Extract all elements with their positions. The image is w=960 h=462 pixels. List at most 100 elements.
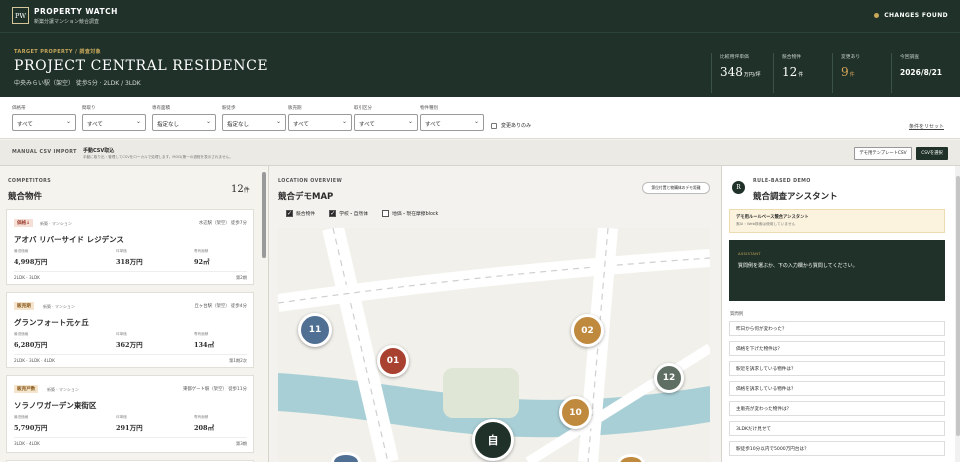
competitor-card[interactable]: 価格↓ 新築 · マンション 水辺駅（架空） 徒歩7分 アオバ リバーサイド レ…: [6, 209, 254, 285]
transaction-select[interactable]: すべて ⌄: [354, 114, 418, 131]
area-select[interactable]: 指定なし ⌄: [152, 114, 216, 131]
stat-competitors: 競合物件 12件: [773, 53, 803, 93]
station-info: 東都ゲート駅（架空） 徒歩11分: [182, 387, 247, 392]
filter-label: 価格帯: [12, 106, 26, 111]
card-divider: [14, 437, 247, 438]
metric-unit-price: 坪単価 318万円: [116, 249, 143, 266]
card-divider: [14, 271, 247, 272]
map-pin-10[interactable]: 10: [559, 396, 592, 429]
check-icon[interactable]: ✓: [286, 210, 293, 217]
notice-title: デモ用ルールベース競合アシスタント: [736, 215, 809, 220]
chevron-down-icon: ⌄: [341, 118, 347, 125]
metric-area: 専有面積 134㎡: [194, 332, 215, 349]
example-question[interactable]: 価格を訴求している物件は？: [729, 381, 945, 396]
example-question[interactable]: 3LDKだけ見せて: [729, 421, 945, 436]
select-value: すべて: [87, 122, 103, 128]
sales-phase: 第3期: [235, 441, 247, 446]
stat-label: 今回調査: [900, 55, 920, 60]
reset-filters-link[interactable]: 条件をリセット: [909, 123, 944, 130]
brand-name: PROPERTY WATCH: [34, 7, 118, 16]
top-bar: PW PROPERTY WATCH 新築分譲マンション競合調査 CHANGES …: [0, 0, 960, 32]
price-range-select[interactable]: すべて ⌄: [12, 114, 76, 131]
map-pin-11[interactable]: 11: [298, 313, 332, 347]
stat-value: 348: [720, 65, 743, 79]
message-text: 質問例を選ぶか、下の入力欄から質問してください。: [738, 263, 858, 269]
chevron-down-icon: ⌄: [473, 118, 479, 125]
stat-unit: 件: [798, 72, 804, 78]
stat-value: 2026/8/21: [900, 68, 943, 77]
checkbox-box[interactable]: [491, 122, 497, 129]
layout-types: 3LDK · 4LDK: [14, 441, 40, 446]
stat-label: 変更あり: [841, 55, 861, 60]
demo-template-csv-button[interactable]: デモ用テンプレートCSV: [854, 147, 912, 160]
example-question[interactable]: 昨日から何が変わった？: [729, 321, 945, 336]
station-walk-select[interactable]: 指定なし ⌄: [222, 114, 286, 131]
filter-price-range: 価格帯 すべて ⌄: [12, 105, 76, 131]
assistant-panel: R RULE-BASED DEMO 競合調査アシスタント デモ用ルールベース競合…: [721, 166, 960, 462]
property-kind: 新築 · マンション: [47, 387, 79, 392]
stat-unit: 万円/坪: [743, 72, 761, 78]
example-questions-label: 質問例: [730, 312, 744, 317]
competitor-card[interactable]: 販売期 新築 · マンション 丘ヶ台駅（架空） 徒歩4分 グランフォート元ヶ丘 …: [6, 292, 254, 368]
map-title: 競合デモMAP: [278, 192, 334, 202]
message-author: ASSISTANT: [738, 252, 761, 256]
property-name: グランフォート元ヶ丘: [14, 318, 89, 327]
filter-label: 物件種別: [420, 106, 438, 111]
map-pin-12[interactable]: 12: [654, 363, 684, 393]
filter-bar: 価格帯 すべて ⌄ 間取り すべて ⌄ 専有面積 指定なし ⌄ 駅徒歩 指定なし ⌄ 販…: [0, 97, 960, 139]
layout-select[interactable]: すべて ⌄: [82, 114, 146, 131]
layer-option-schools[interactable]: ✓ 学校・自然体: [329, 210, 368, 217]
changes-found-label: CHANGES FOUND: [884, 12, 948, 19]
changed-only-checkbox[interactable]: 変更ありのみ: [491, 122, 531, 129]
competitors-scrollbar[interactable]: [262, 172, 266, 258]
competitor-map[interactable]: 11 01 02 12 10 自: [278, 228, 710, 462]
map-layer-options: ✓ 競合物件 ✓ 学校・自然体 地価・現在摩擦block: [286, 210, 438, 217]
map-pin-01[interactable]: 01: [377, 345, 409, 377]
property-name: ソラノワガーデン東街区: [14, 401, 97, 410]
filter-sales-phase: 販売期 すべて ⌄: [288, 105, 352, 131]
csv-import-bar: MANUAL CSV IMPORT 手動CSV取込 手動に取り出・管理してCSV…: [0, 140, 960, 166]
chevron-down-icon: ⌄: [407, 118, 413, 125]
assistant-scrollbar[interactable]: [955, 166, 960, 462]
layer-option-land-price[interactable]: 地価・現在摩擦block: [382, 210, 438, 217]
changes-found-indicator[interactable]: CHANGES FOUND: [874, 12, 948, 19]
example-question[interactable]: 駅徒歩10分以内で5000万円台は？: [729, 441, 945, 456]
check-icon[interactable]: ✓: [329, 210, 337, 217]
property-subtitle: 中央みらい駅（架空） 徒歩5分 · 2LDK / 3LDK: [14, 80, 141, 87]
metric-min-price: 最低価格 6,280万円: [14, 332, 48, 349]
example-question[interactable]: 駅近を訴求している物件は？: [729, 361, 945, 376]
select-value: すべて: [293, 122, 309, 128]
csv-description: 手動に取り出・管理してCSVをローカルで処理します。MOD(第一の過程を表示され…: [83, 155, 233, 159]
select-csv-button[interactable]: CSVを選択: [916, 147, 948, 160]
filter-area: 専有面積 指定なし ⌄: [152, 105, 216, 131]
map-legend-button[interactable]: 第位付置と物購体のデモ距離: [642, 182, 710, 194]
example-question[interactable]: 主販売が変わった物件は？: [729, 401, 945, 416]
property-type-select[interactable]: すべて ⌄: [420, 114, 484, 131]
chevron-down-icon: ⌄: [65, 118, 71, 125]
competitor-card[interactable]: 販売戸数 新築 · マンション 東都ゲート駅（架空） 徒歩11分 ソラノワガーデ…: [6, 375, 254, 453]
select-value: すべて: [425, 122, 441, 128]
card-divider: [14, 354, 247, 355]
target-property-pin[interactable]: 自: [472, 419, 514, 461]
stat-label: 比較用坪単価: [720, 55, 749, 60]
map-pin-02[interactable]: 02: [571, 314, 604, 347]
brand-subtitle: 新築分譲マンション競合調査: [34, 19, 100, 25]
park-area: [443, 368, 519, 418]
filter-label: 駅徒歩: [222, 106, 236, 111]
page-title: PROJECT CENTRAL RESIDENCE: [14, 58, 269, 74]
layer-option-competitors[interactable]: ✓ 競合物件: [286, 210, 315, 217]
filter-label: 取引区分: [354, 106, 372, 111]
station-info: 水辺駅（架空） 徒歩7分: [198, 221, 247, 226]
scroll-thumb[interactable]: [956, 176, 960, 436]
stat-survey-date: 今回調査 2026/8/21: [891, 53, 942, 93]
metric-area: 専有面積 208㎡: [194, 415, 215, 432]
target-eyebrow: TARGET PROPERTY / 調査対象: [14, 49, 102, 55]
competitors-section-label: COMPETITORS: [8, 179, 52, 184]
sales-phase-select[interactable]: すべて ⌄: [288, 114, 352, 131]
example-question[interactable]: 価格を下げた物件は？: [729, 341, 945, 356]
csv-section-label: MANUAL CSV IMPORT: [12, 150, 77, 155]
sales-phase: 第1期2次: [229, 358, 247, 363]
checkbox-box[interactable]: [382, 210, 389, 217]
assistant-message: ASSISTANT 質問例を選ぶか、下の入力欄から質問してください。: [729, 240, 945, 301]
notice-sub: 実AI・Web検索は使用していません: [736, 222, 796, 226]
